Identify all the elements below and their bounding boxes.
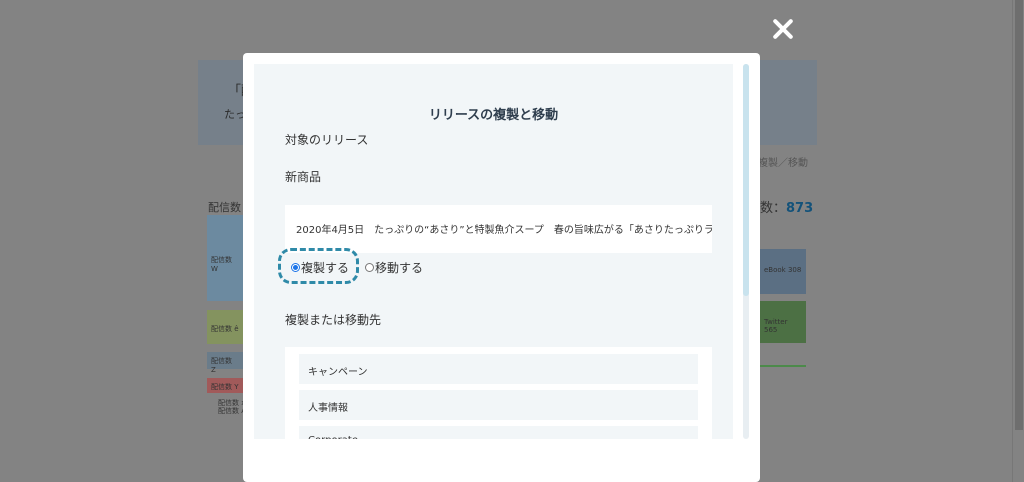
background-count: 数：873 bbox=[760, 201, 814, 216]
release-item: 2020年4月5日 たっぷりの“あさり”と特製魚介スープ 春の旨味広がる「あさり… bbox=[285, 205, 712, 253]
move-radio-label: 移動する bbox=[375, 261, 424, 275]
background-bar: 配信数 Y bbox=[207, 378, 243, 393]
copy-move-modal: リリースの複製と移動 対象のリリース 新商品 2020年4月5日 たっぷりの“あ… bbox=[243, 53, 760, 482]
copy-radio[interactable] bbox=[291, 263, 300, 272]
background-small-line: 配信数 A bbox=[218, 407, 247, 415]
background-bar: 配信数 Z bbox=[207, 352, 243, 374]
background-section-title: 配信数 bbox=[208, 201, 241, 214]
destination-label: 複製または移動先 bbox=[285, 313, 382, 327]
modal-title: リリースの複製と移動 bbox=[428, 108, 559, 123]
category-label: 新商品 bbox=[285, 170, 322, 184]
destination-item[interactable]: Corporate bbox=[299, 426, 698, 439]
modal-scrollbar[interactable] bbox=[743, 64, 749, 439]
destination-item[interactable]: 人事情報 bbox=[299, 390, 698, 420]
action-radio-group: 複製する 移動する bbox=[291, 259, 439, 276]
close-icon[interactable] bbox=[771, 17, 795, 41]
background-bar-line bbox=[760, 365, 806, 367]
move-radio[interactable] bbox=[365, 263, 375, 272]
modal-scrollbar-thumb[interactable] bbox=[743, 64, 749, 296]
background-bar: 配信数 W bbox=[207, 215, 243, 301]
background-bar-right: Twitter 565 bbox=[760, 301, 806, 343]
move-radio-option[interactable]: 移動する bbox=[365, 259, 423, 276]
copy-radio-label: 複製する bbox=[301, 261, 350, 275]
background-bar-right: eBook 308 bbox=[760, 249, 806, 294]
background-copy-move-link: 複製／移動 bbox=[758, 158, 808, 169]
background-bar: 配信数 ê bbox=[207, 310, 243, 344]
target-release-label: 対象のリリース bbox=[285, 133, 369, 147]
destination-list: キャンペーン 人事情報 Corporate bbox=[285, 347, 712, 439]
page-scrollbar-thumb[interactable] bbox=[1015, 0, 1023, 430]
modal-content: リリースの複製と移動 対象のリリース 新商品 2020年4月5日 たっぷりの“あ… bbox=[254, 64, 733, 439]
page-scrollbar[interactable] bbox=[1012, 0, 1024, 482]
copy-radio-option[interactable]: 複製する bbox=[291, 259, 349, 276]
destination-item[interactable]: キャンペーン bbox=[299, 354, 698, 384]
